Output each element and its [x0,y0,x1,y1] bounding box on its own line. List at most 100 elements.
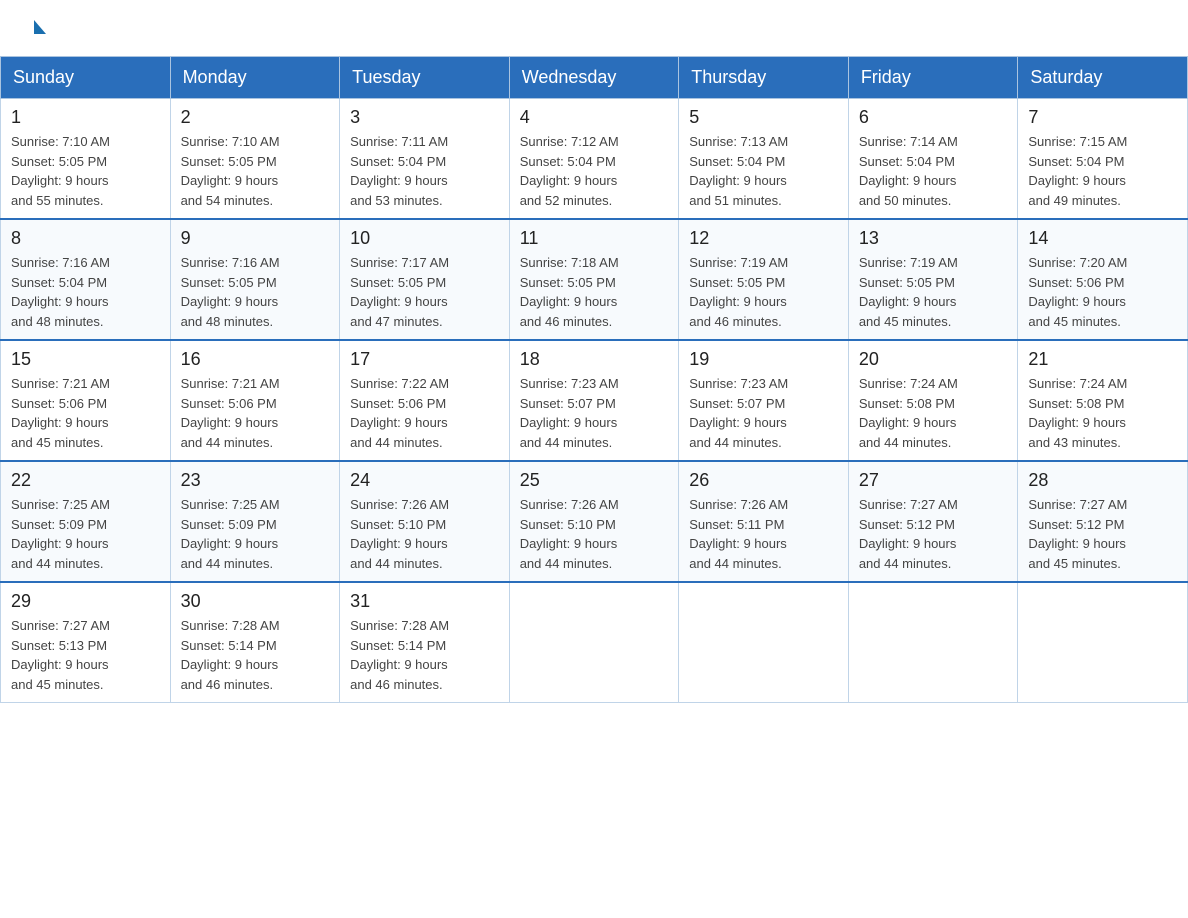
calendar-cell: 8 Sunrise: 7:16 AM Sunset: 5:04 PM Dayli… [1,219,171,340]
day-number: 13 [859,228,1008,249]
calendar-cell: 7 Sunrise: 7:15 AM Sunset: 5:04 PM Dayli… [1018,99,1188,220]
day-number: 18 [520,349,669,370]
calendar-week-3: 15 Sunrise: 7:21 AM Sunset: 5:06 PM Dayl… [1,340,1188,461]
day-info: Sunrise: 7:26 AM Sunset: 5:10 PM Dayligh… [350,495,499,573]
calendar-cell: 10 Sunrise: 7:17 AM Sunset: 5:05 PM Dayl… [340,219,510,340]
calendar-cell [509,582,679,703]
calendar-header-row: SundayMondayTuesdayWednesdayThursdayFrid… [1,57,1188,99]
calendar-cell: 5 Sunrise: 7:13 AM Sunset: 5:04 PM Dayli… [679,99,849,220]
day-number: 12 [689,228,838,249]
day-number: 4 [520,107,669,128]
calendar-table: SundayMondayTuesdayWednesdayThursdayFrid… [0,56,1188,703]
day-info: Sunrise: 7:16 AM Sunset: 5:05 PM Dayligh… [181,253,330,331]
day-number: 25 [520,470,669,491]
calendar-week-2: 8 Sunrise: 7:16 AM Sunset: 5:04 PM Dayli… [1,219,1188,340]
calendar-cell: 13 Sunrise: 7:19 AM Sunset: 5:05 PM Dayl… [848,219,1018,340]
day-number: 2 [181,107,330,128]
day-number: 16 [181,349,330,370]
day-info: Sunrise: 7:27 AM Sunset: 5:12 PM Dayligh… [1028,495,1177,573]
column-header-wednesday: Wednesday [509,57,679,99]
calendar-cell: 26 Sunrise: 7:26 AM Sunset: 5:11 PM Dayl… [679,461,849,582]
day-info: Sunrise: 7:23 AM Sunset: 5:07 PM Dayligh… [689,374,838,452]
day-info: Sunrise: 7:26 AM Sunset: 5:10 PM Dayligh… [520,495,669,573]
day-info: Sunrise: 7:15 AM Sunset: 5:04 PM Dayligh… [1028,132,1177,210]
column-header-monday: Monday [170,57,340,99]
column-header-thursday: Thursday [679,57,849,99]
day-number: 17 [350,349,499,370]
day-info: Sunrise: 7:28 AM Sunset: 5:14 PM Dayligh… [181,616,330,694]
calendar-cell: 6 Sunrise: 7:14 AM Sunset: 5:04 PM Dayli… [848,99,1018,220]
calendar-cell: 17 Sunrise: 7:22 AM Sunset: 5:06 PM Dayl… [340,340,510,461]
calendar-cell: 12 Sunrise: 7:19 AM Sunset: 5:05 PM Dayl… [679,219,849,340]
day-info: Sunrise: 7:17 AM Sunset: 5:05 PM Dayligh… [350,253,499,331]
day-info: Sunrise: 7:13 AM Sunset: 5:04 PM Dayligh… [689,132,838,210]
calendar-week-4: 22 Sunrise: 7:25 AM Sunset: 5:09 PM Dayl… [1,461,1188,582]
day-info: Sunrise: 7:18 AM Sunset: 5:05 PM Dayligh… [520,253,669,331]
calendar-cell: 19 Sunrise: 7:23 AM Sunset: 5:07 PM Dayl… [679,340,849,461]
day-number: 1 [11,107,160,128]
day-number: 26 [689,470,838,491]
day-number: 15 [11,349,160,370]
day-number: 29 [11,591,160,612]
column-header-sunday: Sunday [1,57,171,99]
column-header-friday: Friday [848,57,1018,99]
day-number: 24 [350,470,499,491]
day-info: Sunrise: 7:25 AM Sunset: 5:09 PM Dayligh… [181,495,330,573]
day-number: 3 [350,107,499,128]
calendar-cell: 30 Sunrise: 7:28 AM Sunset: 5:14 PM Dayl… [170,582,340,703]
day-number: 22 [11,470,160,491]
calendar-cell: 24 Sunrise: 7:26 AM Sunset: 5:10 PM Dayl… [340,461,510,582]
day-number: 10 [350,228,499,249]
calendar-cell: 9 Sunrise: 7:16 AM Sunset: 5:05 PM Dayli… [170,219,340,340]
day-number: 7 [1028,107,1177,128]
day-number: 28 [1028,470,1177,491]
calendar-cell [679,582,849,703]
day-number: 20 [859,349,1008,370]
day-info: Sunrise: 7:11 AM Sunset: 5:04 PM Dayligh… [350,132,499,210]
page-header [0,0,1188,46]
day-info: Sunrise: 7:12 AM Sunset: 5:04 PM Dayligh… [520,132,669,210]
day-info: Sunrise: 7:20 AM Sunset: 5:06 PM Dayligh… [1028,253,1177,331]
day-number: 21 [1028,349,1177,370]
calendar-cell: 31 Sunrise: 7:28 AM Sunset: 5:14 PM Dayl… [340,582,510,703]
logo [30,20,46,36]
day-info: Sunrise: 7:24 AM Sunset: 5:08 PM Dayligh… [859,374,1008,452]
day-number: 6 [859,107,1008,128]
day-info: Sunrise: 7:25 AM Sunset: 5:09 PM Dayligh… [11,495,160,573]
calendar-week-5: 29 Sunrise: 7:27 AM Sunset: 5:13 PM Dayl… [1,582,1188,703]
calendar-cell: 14 Sunrise: 7:20 AM Sunset: 5:06 PM Dayl… [1018,219,1188,340]
calendar-cell: 29 Sunrise: 7:27 AM Sunset: 5:13 PM Dayl… [1,582,171,703]
calendar-cell: 27 Sunrise: 7:27 AM Sunset: 5:12 PM Dayl… [848,461,1018,582]
day-number: 5 [689,107,838,128]
day-info: Sunrise: 7:27 AM Sunset: 5:13 PM Dayligh… [11,616,160,694]
calendar-cell: 21 Sunrise: 7:24 AM Sunset: 5:08 PM Dayl… [1018,340,1188,461]
calendar-cell: 11 Sunrise: 7:18 AM Sunset: 5:05 PM Dayl… [509,219,679,340]
logo-triangle-icon [34,20,46,34]
day-number: 23 [181,470,330,491]
calendar-cell: 28 Sunrise: 7:27 AM Sunset: 5:12 PM Dayl… [1018,461,1188,582]
column-header-tuesday: Tuesday [340,57,510,99]
day-info: Sunrise: 7:16 AM Sunset: 5:04 PM Dayligh… [11,253,160,331]
day-info: Sunrise: 7:19 AM Sunset: 5:05 PM Dayligh… [859,253,1008,331]
calendar-cell: 2 Sunrise: 7:10 AM Sunset: 5:05 PM Dayli… [170,99,340,220]
day-info: Sunrise: 7:26 AM Sunset: 5:11 PM Dayligh… [689,495,838,573]
calendar-cell: 4 Sunrise: 7:12 AM Sunset: 5:04 PM Dayli… [509,99,679,220]
calendar-cell: 18 Sunrise: 7:23 AM Sunset: 5:07 PM Dayl… [509,340,679,461]
day-number: 11 [520,228,669,249]
column-header-saturday: Saturday [1018,57,1188,99]
day-info: Sunrise: 7:19 AM Sunset: 5:05 PM Dayligh… [689,253,838,331]
calendar-cell [1018,582,1188,703]
day-info: Sunrise: 7:14 AM Sunset: 5:04 PM Dayligh… [859,132,1008,210]
day-number: 14 [1028,228,1177,249]
day-number: 8 [11,228,160,249]
day-info: Sunrise: 7:21 AM Sunset: 5:06 PM Dayligh… [11,374,160,452]
calendar-cell: 22 Sunrise: 7:25 AM Sunset: 5:09 PM Dayl… [1,461,171,582]
calendar-cell: 20 Sunrise: 7:24 AM Sunset: 5:08 PM Dayl… [848,340,1018,461]
calendar-cell: 16 Sunrise: 7:21 AM Sunset: 5:06 PM Dayl… [170,340,340,461]
day-info: Sunrise: 7:27 AM Sunset: 5:12 PM Dayligh… [859,495,1008,573]
calendar-cell: 25 Sunrise: 7:26 AM Sunset: 5:10 PM Dayl… [509,461,679,582]
day-info: Sunrise: 7:22 AM Sunset: 5:06 PM Dayligh… [350,374,499,452]
day-info: Sunrise: 7:23 AM Sunset: 5:07 PM Dayligh… [520,374,669,452]
day-info: Sunrise: 7:10 AM Sunset: 5:05 PM Dayligh… [11,132,160,210]
calendar-cell: 3 Sunrise: 7:11 AM Sunset: 5:04 PM Dayli… [340,99,510,220]
